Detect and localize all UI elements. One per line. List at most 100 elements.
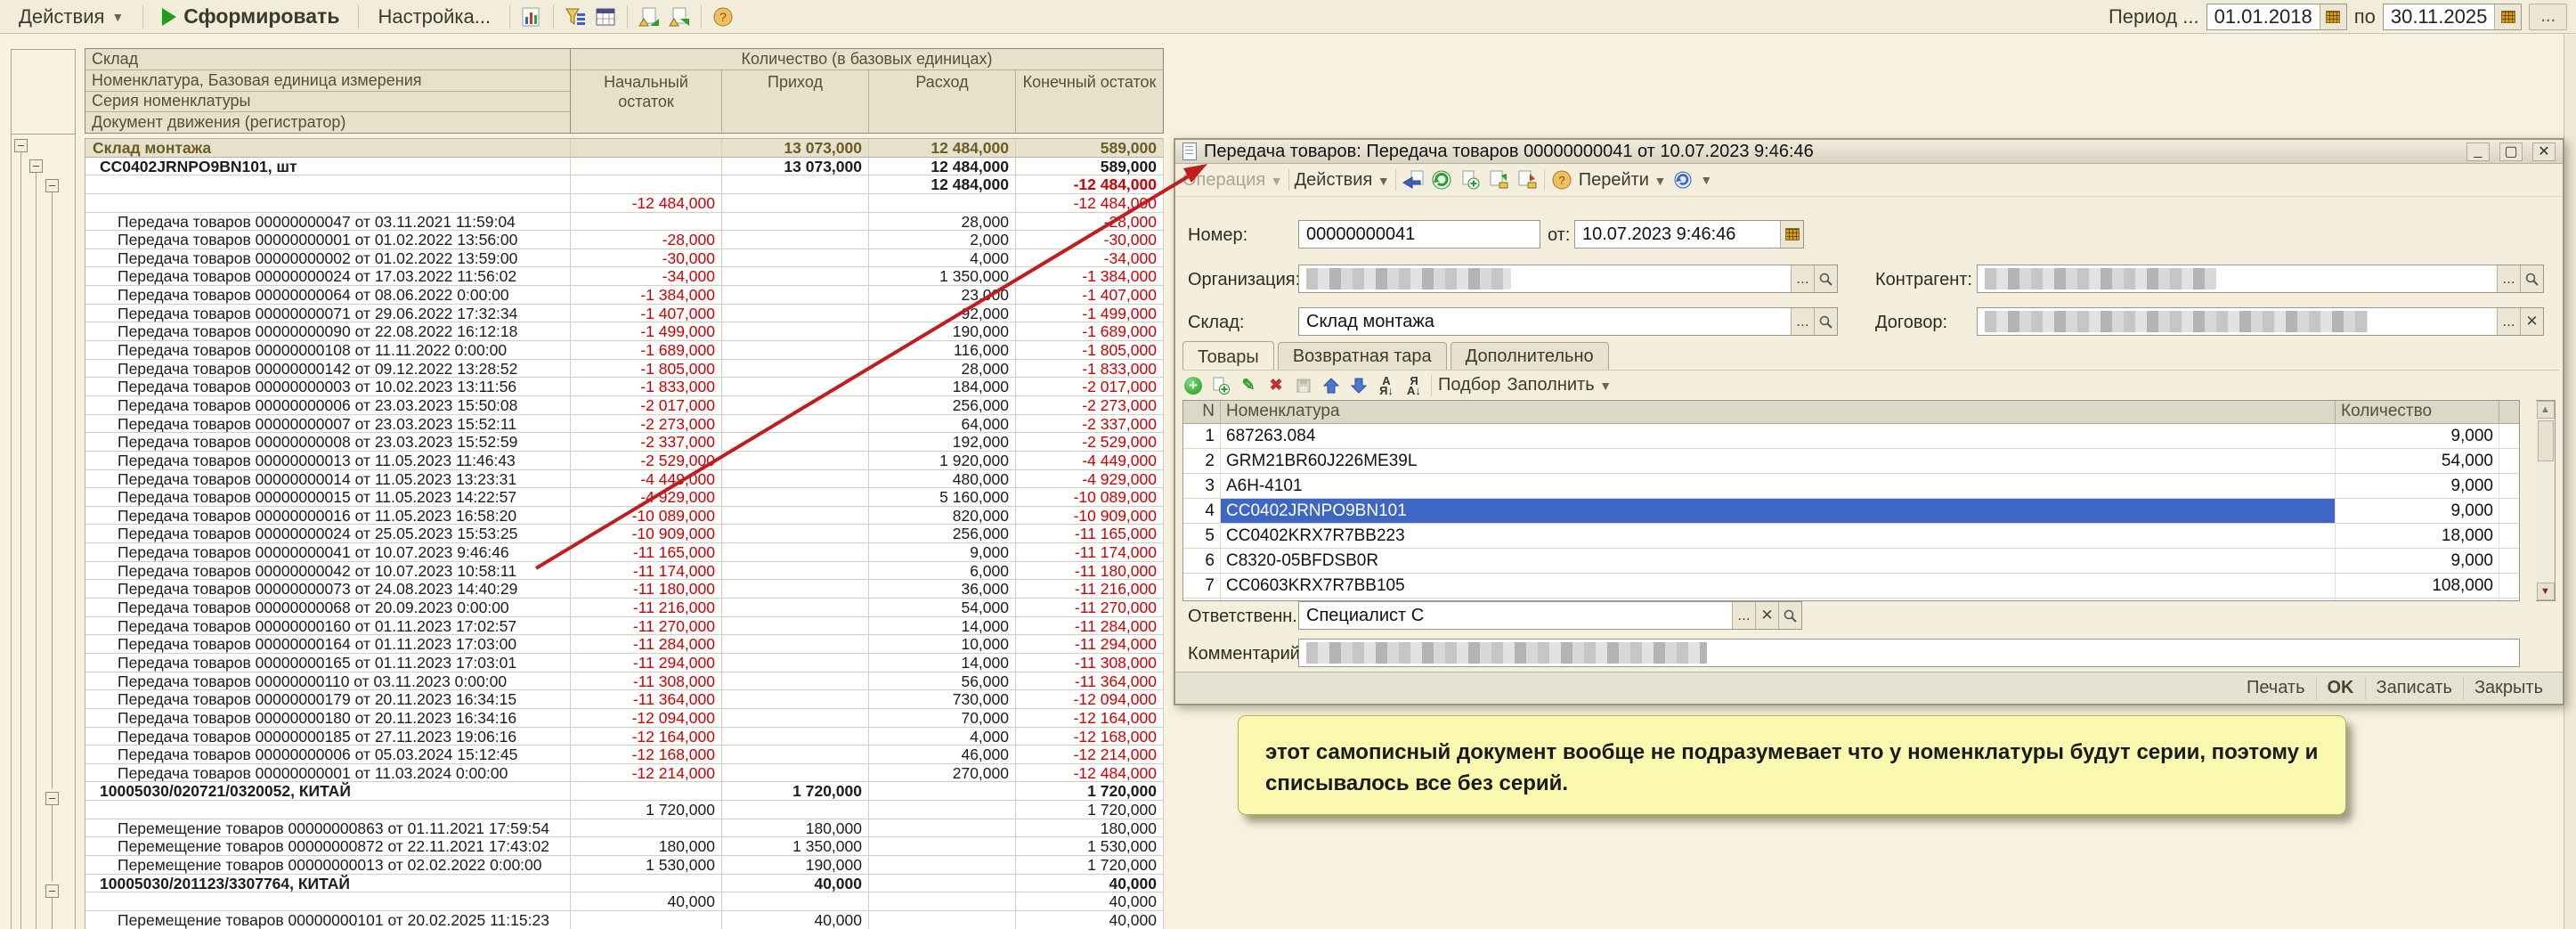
report-row[interactable]: Передача товаров 00000000013 от 11.05.20… — [85, 452, 1164, 470]
report-row[interactable]: Передача товаров 00000000142 от 09.12.20… — [85, 360, 1164, 379]
doc-out-icon[interactable] — [1516, 169, 1539, 191]
report-row[interactable]: Передача товаров 00000000001 от 11.03.20… — [85, 764, 1164, 783]
report-row[interactable]: Перемещение товаров 00000000863 от 01.11… — [85, 819, 1164, 838]
collapse-group-icon[interactable]: – — [29, 159, 43, 173]
report-row[interactable]: Перемещение товаров 00000000013 от 02.02… — [85, 856, 1164, 875]
item-nomenclature[interactable]: C8320-05BFDSB0R — [1221, 549, 2336, 573]
report-row[interactable]: Передача товаров 00000000068 от 20.09.20… — [85, 599, 1164, 617]
maximize-button[interactable]: ▢ — [2499, 143, 2523, 161]
contractor-input[interactable]: ... — [1977, 265, 2544, 293]
item-row[interactable]: 5CC0402KRX7R7BB22318,000 — [1183, 524, 2519, 549]
clear-x-icon[interactable]: ✕ — [1755, 602, 1778, 629]
report-row[interactable]: Передача товаров 00000000047 от 03.11.20… — [85, 213, 1164, 232]
tab-vozvratnaya-tara[interactable]: Возвратная тара — [1278, 342, 1447, 370]
copy-document-icon[interactable] — [1459, 169, 1482, 191]
export-icon[interactable] — [637, 5, 662, 29]
item-row[interactable]: 7CC0603KRX7R7BB105108,000 — [1183, 574, 2519, 599]
tab-tovary[interactable]: Товары — [1182, 341, 1274, 371]
main-vertical-scrollbar[interactable] — [2564, 35, 2576, 929]
save-button[interactable]: Записать — [2366, 676, 2464, 700]
report-row[interactable]: Передача товаров 00000000108 от 11.11.20… — [85, 341, 1164, 360]
close-button[interactable]: ✕ — [2532, 143, 2556, 161]
ok-button[interactable]: OK — [2317, 676, 2366, 700]
tab-dopolnitelno[interactable]: Дополнительно — [1451, 342, 1609, 370]
calendar-icon[interactable] — [2320, 4, 2346, 29]
collapse-group-icon[interactable]: – — [45, 884, 59, 898]
refresh-icon[interactable] — [1671, 169, 1694, 191]
report-row[interactable]: Передача товаров 00000000008 от 23.03.20… — [85, 433, 1164, 452]
scroll-up-icon[interactable]: ▲ — [2537, 401, 2555, 419]
add-row-icon[interactable]: + — [1182, 375, 1204, 396]
dialog-titlebar[interactable]: Передача товаров: Передача товаров 00000… — [1175, 140, 2563, 164]
chevron-down-icon[interactable]: ▼ — [1700, 173, 1712, 187]
report-row[interactable]: Передача товаров 00000000014 от 11.05.20… — [85, 470, 1164, 489]
save-close-icon[interactable] — [1402, 169, 1425, 191]
collapse-group-icon[interactable]: – — [45, 179, 59, 192]
doc-in-icon[interactable] — [1487, 169, 1510, 191]
report-row[interactable]: Передача товаров 00000000110 от 03.11.20… — [85, 672, 1164, 691]
goto-menu-button[interactable]: Перейти ▼ — [1579, 170, 1667, 191]
item-nomenclature[interactable]: GRM21BR60J226ME39L — [1221, 449, 2336, 473]
report-row[interactable]: Передача товаров 00000000071 от 29.06.20… — [85, 305, 1164, 323]
report-row[interactable]: Передача товаров 00000000160 от 01.11.20… — [85, 617, 1164, 636]
comment-input[interactable] — [1298, 639, 2520, 667]
table-settings-icon[interactable] — [593, 5, 618, 29]
number-input[interactable]: 00000000041 — [1298, 220, 1540, 249]
date-input[interactable]: 10.07.2023 9:46:46 — [1574, 220, 1804, 249]
item-row[interactable]: 6C8320-05BFDSB0R9,000 — [1183, 549, 2519, 574]
report-row[interactable]: Передача товаров 00000000064 от 08.06.20… — [85, 286, 1164, 305]
warehouse-input[interactable]: Склад монтажа ... — [1298, 307, 1838, 336]
actions-menu-button[interactable]: Действия▼ — [9, 2, 134, 32]
edit-row-icon[interactable]: ✎ — [1238, 375, 1259, 396]
generate-button[interactable]: Сформировать — [152, 1, 349, 32]
item-nomenclature[interactable]: CC0603KRX7R7BB105 — [1221, 574, 2336, 598]
report-row[interactable]: Передача товаров 00000000002 от 01.02.20… — [85, 249, 1164, 268]
item-nomenclature[interactable]: 687263.084 — [1221, 424, 2336, 448]
magnifier-icon[interactable] — [1778, 602, 1801, 629]
move-down-icon[interactable] — [1348, 375, 1369, 396]
contract-input[interactable]: ... ✕ — [1977, 307, 2544, 336]
move-up-icon[interactable] — [1321, 375, 1342, 396]
pick-button[interactable]: Подбор — [1438, 375, 1500, 395]
copy-row-icon[interactable] — [1210, 375, 1231, 396]
report-row[interactable]: Передача товаров 00000000073 от 24.08.20… — [85, 580, 1164, 599]
dialog-actions-menu-button[interactable]: Действия ▼ — [1295, 170, 1390, 191]
select-ellipsis-button[interactable]: ... — [1791, 265, 1814, 292]
report-row[interactable]: Перемещение товаров 00000000101 от 20.02… — [85, 911, 1164, 929]
collapse-group-icon[interactable]: – — [14, 139, 28, 152]
post-document-icon[interactable] — [1430, 169, 1453, 191]
magnifier-icon[interactable] — [1814, 265, 1837, 292]
help-icon[interactable]: ? — [711, 5, 735, 29]
close-button[interactable]: Закрыть — [2464, 676, 2554, 700]
period-from-input[interactable]: 01.01.2018 — [2206, 4, 2347, 30]
item-quantity[interactable]: 9,000 — [2336, 599, 2499, 601]
print-button[interactable]: Печать — [2236, 676, 2317, 700]
collapse-group-icon[interactable]: – — [45, 792, 59, 805]
report-row[interactable]: Передача товаров 00000000042 от 10.07.20… — [85, 562, 1164, 581]
item-quantity[interactable]: 9,000 — [2336, 499, 2499, 523]
report-row[interactable]: Передача товаров 00000000007 от 23.03.20… — [85, 415, 1164, 434]
select-ellipsis-button[interactable]: ... — [2497, 265, 2520, 292]
report-row[interactable]: Передача товаров 00000000185 от 27.11.20… — [85, 728, 1164, 746]
report-row[interactable]: Перемещение товаров 00000000872 от 22.11… — [85, 837, 1164, 856]
report-row[interactable]: Передача товаров 00000000024 от 17.03.20… — [85, 267, 1164, 286]
report-row[interactable]: Передача товаров 00000000016 от 11.05.20… — [85, 507, 1164, 526]
report-row[interactable]: Передача товаров 00000000165 от 01.11.20… — [85, 654, 1164, 672]
scroll-thumb[interactable] — [2538, 420, 2554, 461]
calendar-icon[interactable] — [1780, 221, 1803, 248]
item-quantity[interactable]: 108,000 — [2336, 574, 2499, 598]
sort-asc-icon[interactable]: АЯ↓ — [1376, 375, 1397, 396]
sort-desc-icon[interactable]: ЯА↓ — [1403, 375, 1425, 396]
filter-icon[interactable] — [563, 5, 588, 29]
report-row[interactable]: Передача товаров 00000000006 от 23.03.20… — [85, 396, 1164, 415]
period-more-button[interactable]: ... — [2529, 4, 2567, 30]
item-nomenclature[interactable]: CC0402KRX7R7BB223 — [1221, 524, 2336, 548]
period-to-input[interactable]: 30.11.2025 — [2383, 4, 2522, 30]
report-row[interactable]: Передача товаров 00000000179 от 20.11.20… — [85, 690, 1164, 709]
operation-menu-button[interactable]: Операция ▼ — [1182, 170, 1283, 191]
item-row[interactable]: 1687263.0849,000 — [1183, 424, 2519, 449]
report-chart-icon[interactable] — [519, 5, 544, 29]
report-row[interactable]: Передача товаров 00000000024 от 25.05.20… — [85, 525, 1164, 543]
clear-x-icon[interactable]: ✕ — [2520, 308, 2543, 335]
item-quantity[interactable]: 18,000 — [2336, 524, 2499, 548]
